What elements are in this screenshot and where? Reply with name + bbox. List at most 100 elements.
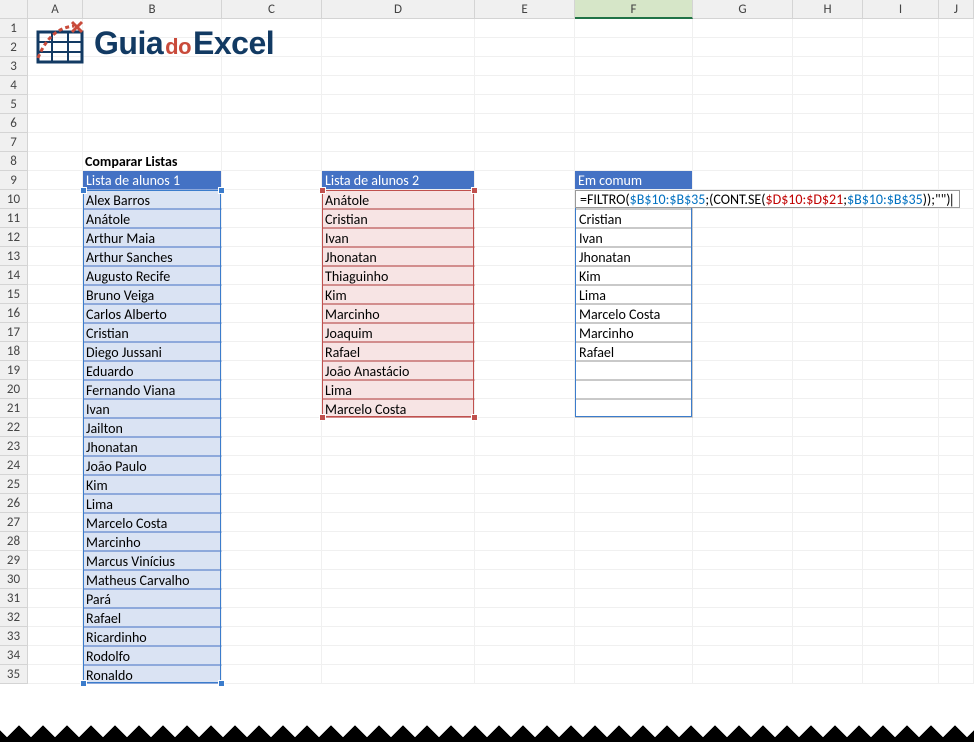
cell-D5[interactable] xyxy=(322,95,475,114)
cell-F26[interactable] xyxy=(575,494,693,513)
cell-E13[interactable] xyxy=(475,247,575,266)
cell-J2[interactable] xyxy=(939,38,974,57)
cell-C18[interactable] xyxy=(222,342,322,361)
row-header-16[interactable]: 16 xyxy=(0,304,28,323)
row-header-12[interactable]: 12 xyxy=(0,228,28,247)
cell-B8[interactable]: Comparar Listas xyxy=(83,152,222,171)
cell-I12[interactable] xyxy=(863,228,939,247)
cell-C32[interactable] xyxy=(222,608,322,627)
cell-J29[interactable] xyxy=(939,551,974,570)
cell-A14[interactable] xyxy=(28,266,83,285)
row-header-8[interactable]: 8 xyxy=(0,152,28,171)
cell-G32[interactable] xyxy=(693,608,793,627)
cell-F16[interactable]: Marcelo Costa xyxy=(575,304,693,323)
cell-D9[interactable]: Lista de alunos 2 xyxy=(322,171,475,190)
cell-D11[interactable]: Cristian xyxy=(322,209,475,228)
cell-J18[interactable] xyxy=(939,342,974,361)
cell-F27[interactable] xyxy=(575,513,693,532)
row-header-31[interactable]: 31 xyxy=(0,589,28,608)
cell-D13[interactable]: Jhonatan xyxy=(322,247,475,266)
cell-B21[interactable]: Ivan xyxy=(83,399,222,418)
cell-G15[interactable] xyxy=(693,285,793,304)
cell-C24[interactable] xyxy=(222,456,322,475)
cell-F29[interactable] xyxy=(575,551,693,570)
cell-H11[interactable] xyxy=(793,209,863,228)
cell-F25[interactable] xyxy=(575,475,693,494)
cell-C19[interactable] xyxy=(222,361,322,380)
cell-G24[interactable] xyxy=(693,456,793,475)
cell-E24[interactable] xyxy=(475,456,575,475)
cell-A5[interactable] xyxy=(28,95,83,114)
cell-B10[interactable]: Alex Barros xyxy=(83,190,222,209)
range-handle[interactable] xyxy=(471,414,478,421)
row-header-26[interactable]: 26 xyxy=(0,494,28,513)
row-header-19[interactable]: 19 xyxy=(0,361,28,380)
cell-J28[interactable] xyxy=(939,532,974,551)
cell-A28[interactable] xyxy=(28,532,83,551)
cell-I19[interactable] xyxy=(863,361,939,380)
cell-H14[interactable] xyxy=(793,266,863,285)
cell-C22[interactable] xyxy=(222,418,322,437)
cell-H25[interactable] xyxy=(793,475,863,494)
row-header-30[interactable]: 30 xyxy=(0,570,28,589)
cell-A29[interactable] xyxy=(28,551,83,570)
cell-J21[interactable] xyxy=(939,399,974,418)
cell-G5[interactable] xyxy=(693,95,793,114)
cell-J34[interactable] xyxy=(939,646,974,665)
col-header-D[interactable]: D xyxy=(322,0,475,19)
cell-I7[interactable] xyxy=(863,133,939,152)
row-header-4[interactable]: 4 xyxy=(0,76,28,95)
cell-C27[interactable] xyxy=(222,513,322,532)
cell-H21[interactable] xyxy=(793,399,863,418)
range-handle[interactable] xyxy=(319,414,326,421)
col-header-F[interactable]: F xyxy=(575,0,693,19)
cell-I20[interactable] xyxy=(863,380,939,399)
cell-F4[interactable] xyxy=(575,76,693,95)
cell-H12[interactable] xyxy=(793,228,863,247)
cell-G21[interactable] xyxy=(693,399,793,418)
cell-A19[interactable] xyxy=(28,361,83,380)
cell-H6[interactable] xyxy=(793,114,863,133)
cell-J17[interactable] xyxy=(939,323,974,342)
cell-E8[interactable] xyxy=(475,152,575,171)
cell-H15[interactable] xyxy=(793,285,863,304)
row-header-27[interactable]: 27 xyxy=(0,513,28,532)
cell-A9[interactable] xyxy=(28,171,83,190)
cell-F6[interactable] xyxy=(575,114,693,133)
row-header-6[interactable]: 6 xyxy=(0,114,28,133)
cell-G19[interactable] xyxy=(693,361,793,380)
cell-C14[interactable] xyxy=(222,266,322,285)
cell-G34[interactable] xyxy=(693,646,793,665)
cell-B6[interactable] xyxy=(83,114,222,133)
cell-F19[interactable] xyxy=(575,361,693,380)
cell-F33[interactable] xyxy=(575,627,693,646)
cell-E18[interactable] xyxy=(475,342,575,361)
cell-A11[interactable] xyxy=(28,209,83,228)
cell-F8[interactable] xyxy=(575,152,693,171)
cell-C7[interactable] xyxy=(222,133,322,152)
cell-H8[interactable] xyxy=(793,152,863,171)
cell-G23[interactable] xyxy=(693,437,793,456)
cell-I11[interactable] xyxy=(863,209,939,228)
cell-C16[interactable] xyxy=(222,304,322,323)
cell-E22[interactable] xyxy=(475,418,575,437)
row-header-22[interactable]: 22 xyxy=(0,418,28,437)
cell-G27[interactable] xyxy=(693,513,793,532)
cell-G6[interactable] xyxy=(693,114,793,133)
cell-E25[interactable] xyxy=(475,475,575,494)
cell-A10[interactable] xyxy=(28,190,83,209)
cell-C20[interactable] xyxy=(222,380,322,399)
cell-H20[interactable] xyxy=(793,380,863,399)
cell-G29[interactable] xyxy=(693,551,793,570)
cell-G26[interactable] xyxy=(693,494,793,513)
cell-C5[interactable] xyxy=(222,95,322,114)
cell-A21[interactable] xyxy=(28,399,83,418)
cell-G12[interactable] xyxy=(693,228,793,247)
cell-I34[interactable] xyxy=(863,646,939,665)
cell-F28[interactable] xyxy=(575,532,693,551)
cell-B31[interactable]: Pará xyxy=(83,589,222,608)
cell-C21[interactable] xyxy=(222,399,322,418)
cell-B25[interactable]: Kim xyxy=(83,475,222,494)
cell-D32[interactable] xyxy=(322,608,475,627)
col-header-E[interactable]: E xyxy=(475,0,575,19)
